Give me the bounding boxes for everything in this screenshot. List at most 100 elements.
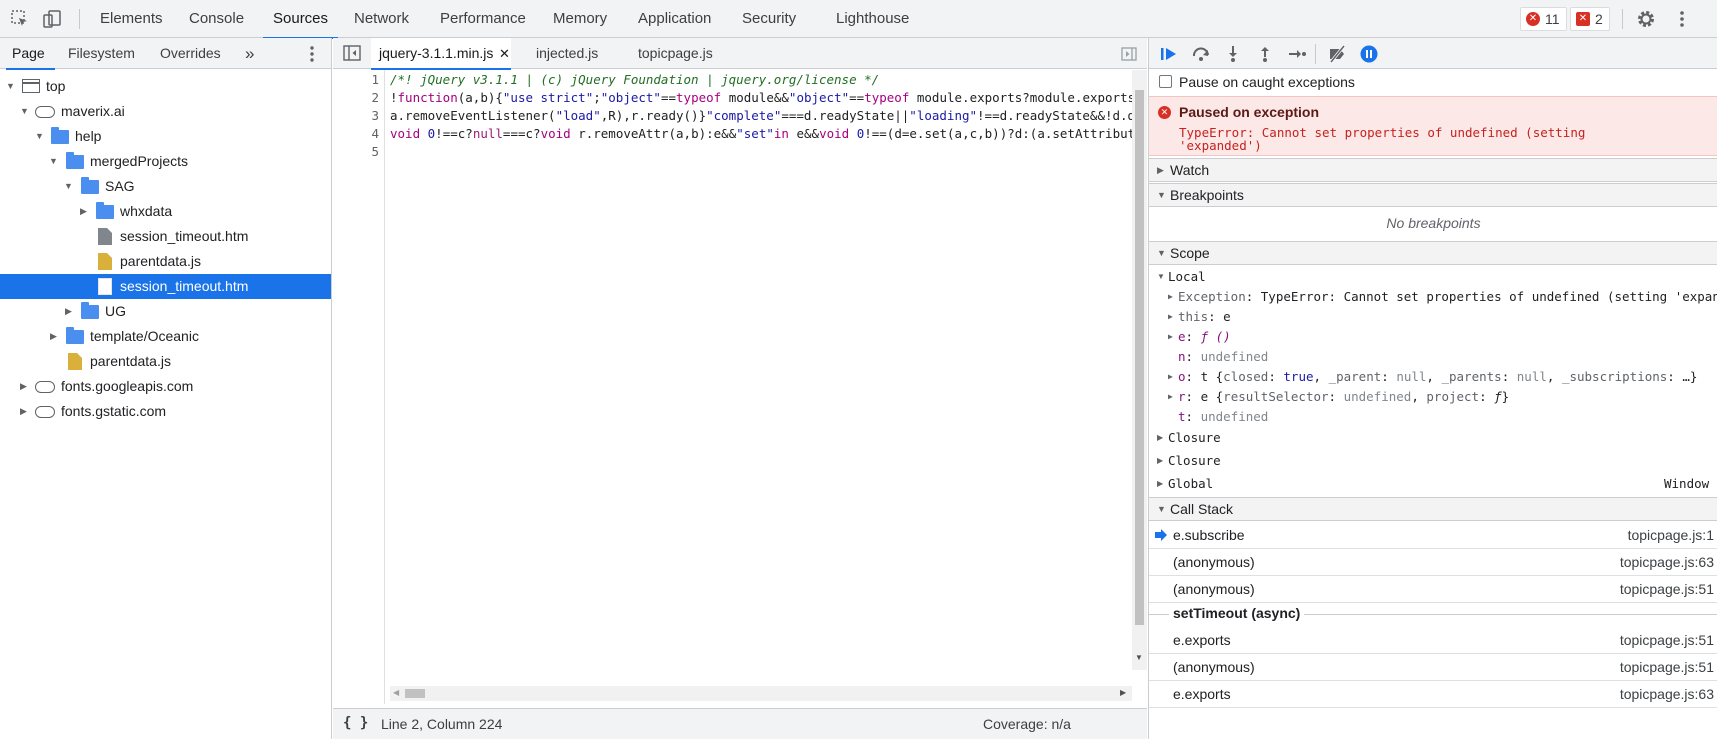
scope-property[interactable]: n: undefined <box>1149 347 1717 367</box>
inspect-element-icon[interactable] <box>10 9 30 29</box>
line-number[interactable]: 4 <box>349 126 379 141</box>
pause-on-caught-checkbox[interactable] <box>1159 75 1172 88</box>
scope-property[interactable]: t: undefined <box>1149 407 1717 427</box>
more-options-icon[interactable] <box>1672 9 1692 29</box>
tree-item-maverix[interactable]: ▼ maverix.ai <box>0 99 331 124</box>
tree-item-fonts-gstatic[interactable]: ▶ fonts.gstatic.com <box>0 399 331 424</box>
call-frame[interactable]: e.exports topicpage.js:63 <box>1149 681 1717 708</box>
scroll-down-arrow-icon[interactable]: ▼ <box>1135 653 1143 662</box>
tab-network[interactable]: Network <box>354 0 409 38</box>
tab-lighthouse[interactable]: Lighthouse <box>836 0 909 38</box>
step-out-icon[interactable] <box>1255 44 1275 64</box>
scope-property[interactable]: ▶ r: e {resultSelector: undefined, proje… <box>1149 387 1717 407</box>
call-frame-location[interactable]: topicpage.js:63 <box>1620 686 1714 702</box>
collapsed-arrow-icon[interactable]: ▶ <box>80 206 90 216</box>
step-over-icon[interactable] <box>1191 44 1211 64</box>
tab-console[interactable]: Console <box>189 0 244 38</box>
vertical-scrollbar[interactable]: ▼ <box>1132 70 1147 670</box>
toggle-debugger-icon[interactable] <box>1121 47 1137 61</box>
call-frame-location[interactable]: topicpage.js:1 <box>1628 527 1714 543</box>
coverage-status[interactable]: Coverage: n/a <box>983 716 1071 732</box>
error-count-badge[interactable]: ✕ 11 <box>1520 7 1567 31</box>
tree-item-template-oceanic[interactable]: ▶ template/Oceanic <box>0 324 331 349</box>
device-toolbar-icon[interactable] <box>42 9 62 29</box>
pause-on-caught-row[interactable]: Pause on caught exceptions <box>1149 69 1717 95</box>
scope-local[interactable]: ▼ Local <box>1149 267 1717 287</box>
watch-section-header[interactable]: ▶ Watch <box>1149 158 1717 182</box>
expanded-arrow-icon[interactable]: ▼ <box>35 131 45 141</box>
call-frame-location[interactable]: topicpage.js:51 <box>1620 581 1714 597</box>
tree-item-help[interactable]: ▼ help <box>0 124 331 149</box>
tab-filesystem[interactable]: Filesystem <box>68 38 135 69</box>
tree-item-session-timeout[interactable]: session_timeout.htm <box>0 224 331 249</box>
tab-overrides[interactable]: Overrides <box>160 38 221 69</box>
tree-item-mergedprojects[interactable]: ▼ mergedProjects <box>0 149 331 174</box>
expanded-arrow-icon[interactable]: ▼ <box>64 181 74 191</box>
collapsed-arrow-icon[interactable]: ▶ <box>20 406 30 416</box>
tab-application[interactable]: Application <box>638 0 711 38</box>
resume-icon[interactable] <box>1159 44 1179 64</box>
tree-item-top[interactable]: ▼ top <box>0 74 331 99</box>
scope-closure[interactable]: ▶ Closure <box>1149 428 1717 448</box>
tab-security[interactable]: Security <box>742 0 796 38</box>
scope-property[interactable]: ▶ o: t {closed: true, _parent: null, _pa… <box>1149 367 1717 387</box>
tree-item-ug[interactable]: ▶ UG <box>0 299 331 324</box>
tab-jquery-file[interactable]: jquery-3.1.1.min.js ✕ <box>371 38 511 70</box>
scope-property[interactable]: ▶ this: e <box>1149 307 1717 327</box>
tree-item-parentdata[interactable]: parentdata.js <box>0 249 331 274</box>
tree-item-whxdata[interactable]: ▶ whxdata <box>0 199 331 224</box>
call-frame-location[interactable]: topicpage.js:51 <box>1620 659 1714 675</box>
pause-on-exceptions-icon[interactable] <box>1359 44 1379 64</box>
tab-injected-file[interactable]: injected.js <box>536 38 598 69</box>
breakpoints-section-header[interactable]: ▼ Breakpoints <box>1149 183 1717 207</box>
code-area[interactable]: /*! jQuery v3.1.1 | (c) jQuery Foundatio… <box>390 70 1132 658</box>
call-frame[interactable]: (anonymous) topicpage.js:63 <box>1149 549 1717 576</box>
deactivate-breakpoints-icon[interactable] <box>1327 44 1347 64</box>
tab-sources[interactable]: Sources <box>262 0 339 39</box>
expanded-arrow-icon[interactable]: ▼ <box>6 81 16 91</box>
collapsed-arrow-icon[interactable]: ▶ <box>65 306 75 316</box>
tree-item-sag[interactable]: ▼ SAG <box>0 174 331 199</box>
expanded-arrow-icon[interactable]: ▼ <box>49 156 59 166</box>
issues-count-badge[interactable]: ✕ 2 <box>1570 7 1610 31</box>
call-frame-location[interactable]: topicpage.js:63 <box>1620 554 1714 570</box>
horizontal-scrollbar[interactable]: ◀ ▶ <box>390 686 1132 701</box>
tab-memory[interactable]: Memory <box>553 0 607 38</box>
call-frame-current[interactable]: e.subscribe topicpage.js:1 <box>1149 522 1717 549</box>
line-number[interactable]: 3 <box>349 108 379 123</box>
call-frame[interactable]: (anonymous) topicpage.js:51 <box>1149 654 1717 681</box>
scope-property[interactable]: ▶ e: ƒ () <box>1149 327 1717 347</box>
scroll-left-arrow-icon[interactable]: ◀ <box>393 688 399 697</box>
scope-closure[interactable]: ▶ Closure <box>1149 451 1717 471</box>
more-tabs-icon[interactable]: » <box>245 38 254 69</box>
scope-property[interactable]: ▶ Exception: TypeError: Cannot set prope… <box>1149 287 1717 307</box>
tree-item-session-timeout-selected[interactable]: session_timeout.htm <box>0 274 331 299</box>
scrollbar-thumb[interactable] <box>405 689 425 698</box>
tree-item-parentdata-root[interactable]: parentdata.js <box>0 349 331 374</box>
step-into-icon[interactable] <box>1223 44 1243 64</box>
close-tab-icon[interactable]: ✕ <box>499 38 510 69</box>
navigator-menu-icon[interactable] <box>304 44 320 64</box>
scroll-right-arrow-icon[interactable]: ▶ <box>1120 688 1126 697</box>
call-stack-section-header[interactable]: ▼ Call Stack <box>1149 497 1717 521</box>
toggle-navigator-icon[interactable] <box>343 45 361 61</box>
call-frame[interactable]: e.exports topicpage.js:51 <box>1149 627 1717 654</box>
line-number[interactable]: 2 <box>349 90 379 105</box>
tab-elements[interactable]: Elements <box>100 0 163 38</box>
scope-global[interactable]: ▶ Global Window <box>1149 474 1717 494</box>
settings-gear-icon[interactable] <box>1636 9 1656 29</box>
tab-topicpage-file[interactable]: topicpage.js <box>638 38 713 69</box>
tab-page[interactable]: Page <box>6 38 55 70</box>
scope-section-header[interactable]: ▼ Scope <box>1149 241 1717 265</box>
tab-performance[interactable]: Performance <box>440 0 526 38</box>
collapsed-arrow-icon[interactable]: ▶ <box>50 331 60 341</box>
line-number[interactable]: 5 <box>349 144 379 159</box>
call-frame-location[interactable]: topicpage.js:51 <box>1620 632 1714 648</box>
collapsed-arrow-icon[interactable]: ▶ <box>20 381 30 391</box>
pretty-print-icon[interactable]: { } <box>343 715 368 731</box>
step-icon[interactable] <box>1287 44 1307 64</box>
call-frame[interactable]: (anonymous) topicpage.js:51 <box>1149 576 1717 603</box>
line-number[interactable]: 1 <box>349 72 379 87</box>
tree-item-fonts-googleapis[interactable]: ▶ fonts.googleapis.com <box>0 374 331 399</box>
scrollbar-thumb[interactable] <box>1135 90 1144 625</box>
